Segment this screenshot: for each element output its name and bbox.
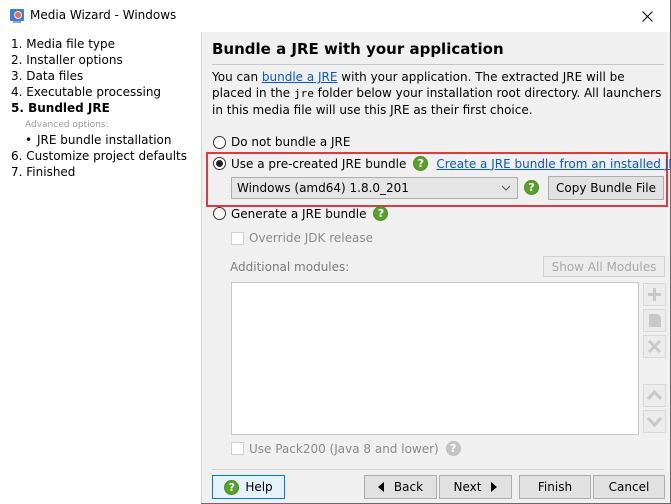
remove-module-button[interactable] [643,335,666,358]
radio-button[interactable] [213,135,226,149]
help-button[interactable]: ? Help [212,475,285,499]
media-wizard-window: Media Wizard - Windows 1. Media file typ… [0,0,671,504]
arrow-left-icon [377,482,384,492]
pack200-checkbox-row[interactable]: Use Pack200 (Java 8 and lower) ? [231,441,461,456]
back-label: Back [393,480,424,494]
page-title: Bundle a JRE with your application [212,40,504,58]
wizard-steps-sidebar: 1. Media file type 2. Installer options … [0,32,201,504]
move-down-icon [647,416,662,428]
show-all-modules-button[interactable]: Show All Modules [543,256,665,277]
close-icon [641,10,653,22]
description: You can bundle a JRE with your applicati… [212,69,664,118]
move-up-icon [647,389,662,401]
title-bar: Media Wizard - Windows [0,0,670,32]
close-button[interactable] [624,0,670,32]
checkbox-label: Override JDK release [249,231,373,245]
footer-divider [212,469,664,470]
next-label: Next [453,480,482,494]
help-icon[interactable]: ? [413,156,429,171]
radio-button[interactable] [213,207,226,220]
add-icon [648,288,661,301]
add-module-button[interactable] [643,283,666,306]
jre-bundle-select[interactable]: Windows (amd64) 1.8.0_201 [231,177,518,199]
back-button[interactable]: Back [364,475,437,499]
paste-icon [649,314,661,327]
create-jre-bundle-link[interactable]: Create a JRE bundle from an installed JR… [436,157,671,171]
advanced-options-label: Advanced options: [25,120,109,130]
step-bundled-jre[interactable]: 5. Bundled JRE [11,101,110,115]
paste-module-button[interactable] [643,309,666,332]
checkbox-label: Use Pack200 (Java 8 and lower) [249,441,439,456]
step-jre-bundle-installation[interactable]: • JRE bundle installation [25,133,172,147]
modules-list[interactable] [231,282,639,435]
radio-generate-bundle[interactable]: Generate a JRE bundle ? [213,206,389,221]
move-down-button[interactable] [643,410,666,433]
step-data-files[interactable]: 3. Data files [11,69,83,83]
help-label: Help [245,480,273,494]
step-finished[interactable]: 7. Finished [11,165,75,179]
window-title: Media Wizard - Windows [30,8,177,22]
jre-code: jre [293,87,314,100]
radio-precreated-bundle[interactable]: Use a pre-created JRE bundle ? Create a … [213,156,671,171]
sub-step-label: JRE bundle installation [37,133,172,147]
override-jdk-checkbox-row[interactable]: Override JDK release [231,231,373,245]
help-icon[interactable]: ? [524,180,539,195]
content-panel: Bundle a JRE with your application You c… [201,32,671,503]
step-executable-processing[interactable]: 4. Executable processing [11,85,161,99]
copy-bundle-file-button[interactable]: Copy Bundle File [548,176,664,200]
cancel-button[interactable]: Cancel [593,475,665,499]
radio-label: Use a pre-created JRE bundle [231,156,407,171]
step-installer-options[interactable]: 2. Installer options [11,53,123,67]
heading-divider [212,64,664,65]
help-icon[interactable]: ? [445,441,461,456]
select-value: Windows (amd64) 1.8.0_201 [237,181,409,195]
override-jdk-checkbox[interactable] [231,231,244,245]
move-up-button[interactable] [643,384,666,407]
arrow-right-icon [491,482,498,492]
app-icon [10,9,24,23]
radio-label: Generate a JRE bundle [231,206,367,221]
bundle-jre-link[interactable]: bundle a JRE [262,70,338,84]
desc-text: You can [212,70,262,84]
pack200-checkbox[interactable] [231,442,244,455]
help-icon[interactable]: ? [373,206,389,221]
additional-modules-label: Additional modules: [230,260,350,274]
remove-icon [647,339,662,354]
chevron-down-icon [501,185,511,191]
next-button[interactable]: Next [439,475,512,499]
help-icon: ? [224,479,240,495]
step-customize-project-defaults[interactable]: 6. Customize project defaults [11,149,187,163]
radio-label: Do not bundle a JRE [231,135,351,149]
radio-button[interactable] [213,157,226,170]
step-media-file-type[interactable]: 1. Media file type [11,37,115,51]
bullet: • [25,133,33,147]
finish-button[interactable]: Finish [519,475,591,499]
radio-no-bundle[interactable]: Do not bundle a JRE [213,135,350,149]
